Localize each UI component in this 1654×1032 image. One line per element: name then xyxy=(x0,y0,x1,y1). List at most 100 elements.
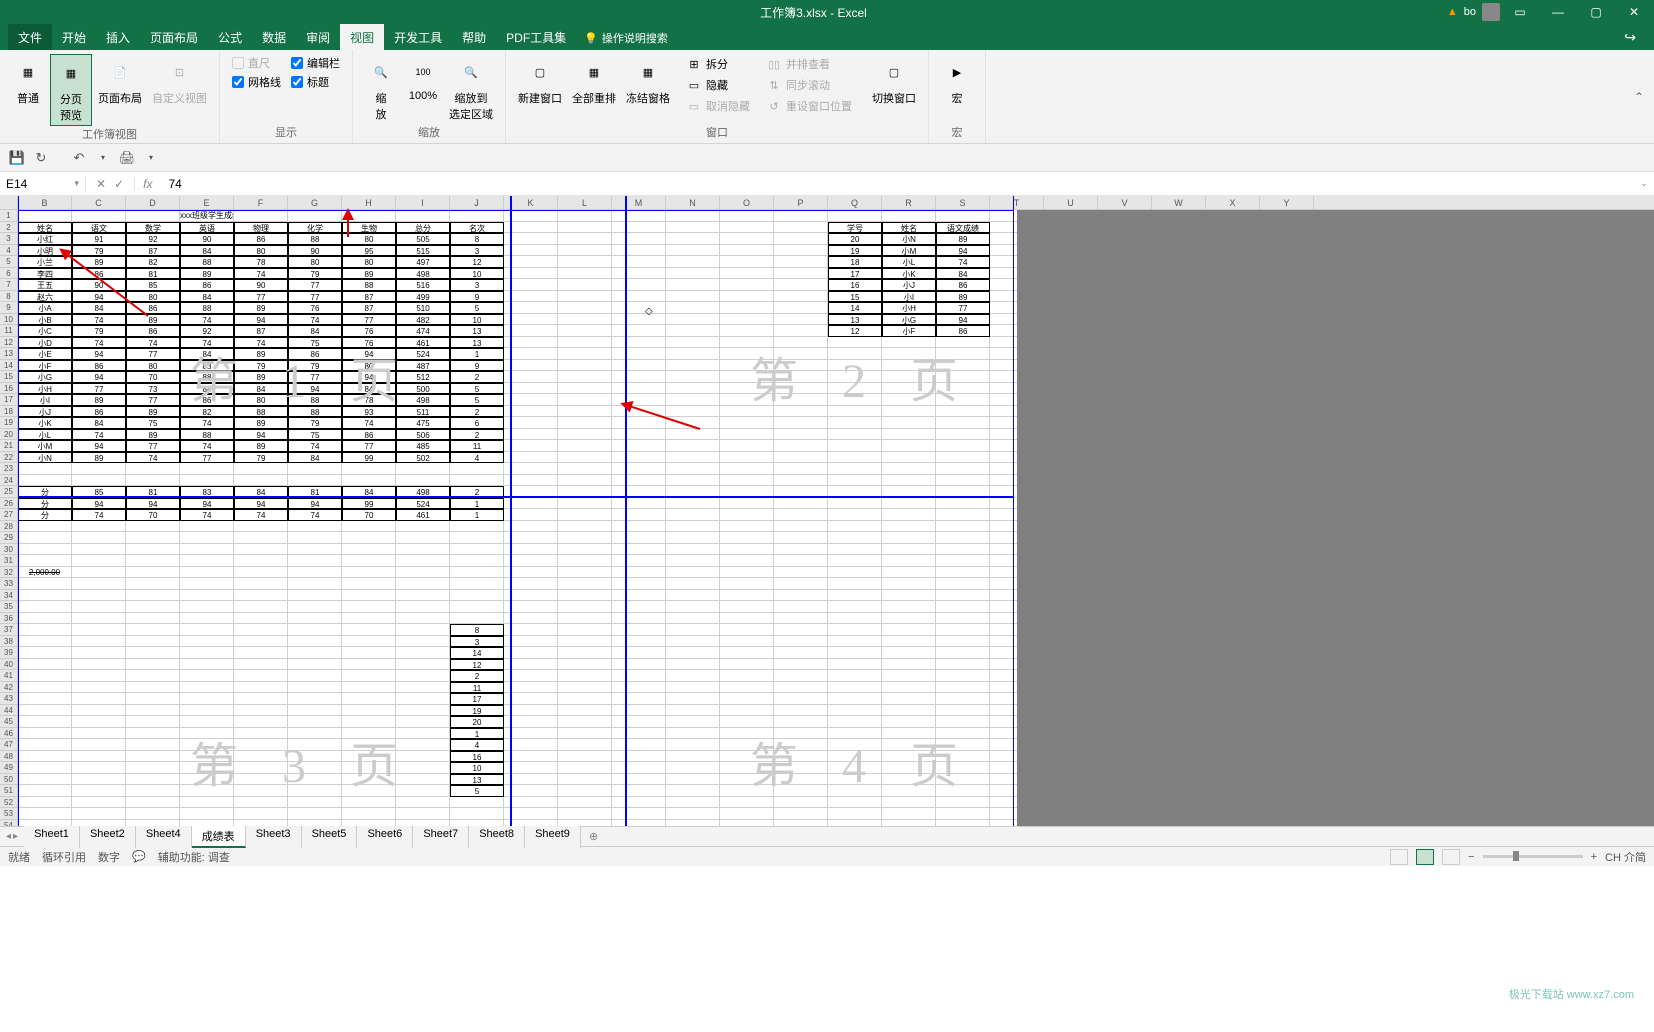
titlebar: 工作簿3.xlsx - Excel ▲ bo ▭ — ▢ ✕ xyxy=(0,0,1654,24)
zoom-100-button[interactable]: 100100% xyxy=(403,54,443,104)
column-headers[interactable]: BCDEFGHIJKLMNOPQRSTUVWXY xyxy=(0,196,1654,210)
col-header-R[interactable]: R xyxy=(882,196,936,209)
maximize-button[interactable]: ▢ xyxy=(1578,0,1614,24)
headings-checkbox[interactable]: 标题 xyxy=(287,73,344,91)
col-header-N[interactable]: N xyxy=(666,196,720,209)
col-header-F[interactable]: F xyxy=(234,196,288,209)
col-header-L[interactable]: L xyxy=(558,196,612,209)
col-header-M[interactable]: M xyxy=(612,196,666,209)
fx-icon[interactable]: fx xyxy=(135,177,160,191)
page-break-view-icon[interactable] xyxy=(1416,849,1434,865)
col-header-O[interactable]: O xyxy=(720,196,774,209)
col-header-K[interactable]: K xyxy=(504,196,558,209)
col-header-J[interactable]: J xyxy=(450,196,504,209)
doc-name: 工作簿3.xlsx xyxy=(760,6,827,20)
tab-insert[interactable]: 插入 xyxy=(96,24,140,50)
page-layout-button[interactable]: 📄页面布局 xyxy=(94,54,146,108)
col-header-W[interactable]: W xyxy=(1152,196,1206,209)
qat-customize[interactable]: ▾ xyxy=(140,147,162,169)
col-header-H[interactable]: H xyxy=(342,196,396,209)
tab-layout[interactable]: 页面布局 xyxy=(140,24,208,50)
col-header-X[interactable]: X xyxy=(1206,196,1260,209)
zoom-in-button[interactable]: + xyxy=(1591,851,1597,863)
expand-formula-bar[interactable]: ⌄ xyxy=(1634,178,1654,189)
new-window-button[interactable]: ▢新建窗口 xyxy=(514,54,566,108)
collapse-ribbon-button[interactable]: ⌃ xyxy=(1624,50,1654,143)
sheet-tab[interactable]: Sheet4 xyxy=(136,826,192,848)
tab-pdf[interactable]: PDF工具集 xyxy=(496,24,576,50)
col-header-I[interactable]: I xyxy=(396,196,450,209)
sheet-tab[interactable]: Sheet8 xyxy=(469,826,525,848)
custom-views-button[interactable]: ⊡自定义视图 xyxy=(148,54,211,108)
cancel-icon[interactable]: ✕ xyxy=(96,177,106,191)
col-header-D[interactable]: D xyxy=(126,196,180,209)
formula-bar-checkbox[interactable]: 编辑栏 xyxy=(287,54,344,72)
print-button[interactable]: 🖨 xyxy=(116,147,138,169)
page-break-preview-button[interactable]: ▦分页 预览 xyxy=(50,54,92,126)
file-tab[interactable]: 文件 xyxy=(8,24,52,50)
normal-view-button[interactable]: ▦普通 xyxy=(8,54,48,108)
sheet-tab[interactable]: Sheet7 xyxy=(413,826,469,848)
tab-home[interactable]: 开始 xyxy=(52,24,96,50)
col-header-Q[interactable]: Q xyxy=(828,196,882,209)
sheet-tab[interactable]: Sheet5 xyxy=(302,826,358,848)
sheet-tab[interactable]: Sheet1 xyxy=(24,826,80,848)
sheet-tab[interactable]: Sheet6 xyxy=(357,826,413,848)
tab-developer[interactable]: 开发工具 xyxy=(384,24,452,50)
col-header-U[interactable]: U xyxy=(1044,196,1098,209)
name-box[interactable]: E14▾ xyxy=(0,177,86,191)
select-all-corner[interactable] xyxy=(0,196,18,209)
col-header-V[interactable]: V xyxy=(1098,196,1152,209)
col-header-Y[interactable]: Y xyxy=(1260,196,1314,209)
normal-view-icon[interactable] xyxy=(1390,849,1408,865)
share-button[interactable]: ↪ xyxy=(1614,25,1646,50)
zoom-button[interactable]: 🔍缩 放 xyxy=(361,54,401,124)
tab-nav[interactable]: ◂▸ xyxy=(0,831,24,842)
freeze-panes-button[interactable]: ▦冻结窗格 xyxy=(622,54,674,108)
split-button[interactable]: ⊞拆分 xyxy=(682,54,754,74)
tell-me[interactable]: 💡 操作说明搜索 xyxy=(576,26,676,50)
hide-button[interactable]: ▭隐藏 xyxy=(682,75,754,95)
col-header-C[interactable]: C xyxy=(72,196,126,209)
zoom-slider[interactable] xyxy=(1483,855,1583,858)
undo-dropdown[interactable]: ▾ xyxy=(92,147,114,169)
tab-review[interactable]: 审阅 xyxy=(296,24,340,50)
switch-windows-button[interactable]: ▢切换窗口 xyxy=(868,54,920,108)
enter-icon[interactable]: ✓ xyxy=(114,177,124,191)
col-header-G[interactable]: G xyxy=(288,196,342,209)
col-header-E[interactable]: E xyxy=(180,196,234,209)
new-sheet-button[interactable]: ⊕ xyxy=(581,830,606,843)
save-button[interactable]: 💾 xyxy=(6,147,28,169)
macros-button[interactable]: ▶宏 xyxy=(937,54,977,108)
group-show: 直尺 网格线 编辑栏 标题 显示 xyxy=(220,50,353,143)
site-watermark: 极光下载站 www.xz7.com xyxy=(1509,986,1634,1002)
lightbulb-icon: 💡 xyxy=(584,32,598,45)
sheet-tab[interactable]: 成绩表 xyxy=(192,826,246,848)
tab-view[interactable]: 视图 xyxy=(340,24,384,50)
ribbon-display-button[interactable]: ▭ xyxy=(1502,0,1538,24)
gridlines-checkbox[interactable]: 网格线 xyxy=(228,73,285,91)
zoom-level[interactable]: CH 介简 xyxy=(1605,849,1646,865)
close-button[interactable]: ✕ xyxy=(1616,0,1652,24)
page-layout-view-icon[interactable] xyxy=(1442,849,1460,865)
avatar[interactable] xyxy=(1482,3,1500,21)
undo-button[interactable]: ↶ xyxy=(68,147,90,169)
col-header-S[interactable]: S xyxy=(936,196,990,209)
sheet-tab[interactable]: Sheet2 xyxy=(80,826,136,848)
col-header-T[interactable]: T xyxy=(990,196,1044,209)
tab-data[interactable]: 数据 xyxy=(252,24,296,50)
sheet-tab[interactable]: Sheet9 xyxy=(525,826,581,848)
worksheet-area[interactable]: BCDEFGHIJKLMNOPQRSTUVWXY 1xxx班级学生成绩表2姓名语… xyxy=(0,196,1654,826)
tab-help[interactable]: 帮助 xyxy=(452,24,496,50)
col-header-P[interactable]: P xyxy=(774,196,828,209)
minimize-button[interactable]: — xyxy=(1540,0,1576,24)
col-header-B[interactable]: B xyxy=(18,196,72,209)
sheet-tab[interactable]: Sheet3 xyxy=(246,826,302,848)
zoom-selection-button[interactable]: 🔍缩放到 选定区域 xyxy=(445,54,497,124)
arrange-all-button[interactable]: ▦全部重排 xyxy=(568,54,620,108)
zoom-out-button[interactable]: − xyxy=(1468,851,1474,863)
formula-input[interactable]: 74 xyxy=(160,177,1634,191)
tab-formulas[interactable]: 公式 xyxy=(208,24,252,50)
reset-window-button: ↺重设窗口位置 xyxy=(762,96,856,116)
redo-button[interactable]: ↻ xyxy=(30,147,52,169)
